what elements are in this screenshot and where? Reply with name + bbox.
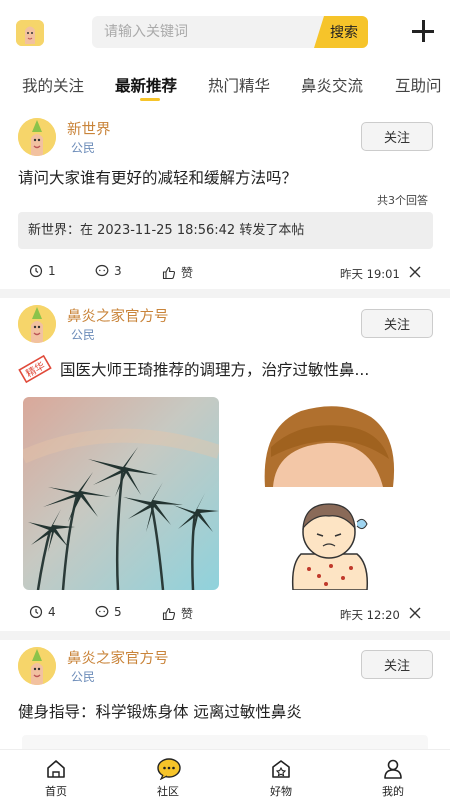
author-name[interactable]: 鼻炎之家官方号 — [67, 647, 169, 668]
tab-mutual-help[interactable]: 互助问 — [395, 74, 442, 96]
like-label: 赞 — [181, 607, 194, 621]
post-image-face[interactable] — [231, 397, 427, 487]
thumbs-up-icon — [162, 266, 176, 279]
post-title[interactable]: 健身指导：科学锻炼身体 远离过敏性鼻炎 — [18, 700, 302, 722]
post-time: 昨天 12:20 — [340, 608, 400, 622]
nav-goods[interactable]: 好物 — [251, 750, 311, 800]
author-name[interactable]: 新世界 — [67, 118, 111, 139]
history-icon — [29, 264, 43, 278]
like-button[interactable]: 赞 — [162, 605, 193, 622]
forward-info[interactable]: 新世界：在 2023-11-25 18:56:42 转发了本帖 — [18, 212, 433, 249]
post-actions: 4 5 赞 昨天 12:20 — [0, 605, 450, 625]
follow-button[interactable]: 关注 — [361, 122, 433, 151]
search-input[interactable] — [92, 16, 314, 48]
avatar[interactable] — [18, 305, 56, 343]
view-count-value: 4 — [48, 605, 56, 619]
section-divider — [0, 289, 450, 298]
like-label: 赞 — [181, 266, 194, 280]
tab-latest[interactable]: 最新推荐 — [115, 74, 177, 96]
tab-rhinitis[interactable]: 鼻炎交流 — [301, 74, 363, 96]
close-icon[interactable] — [408, 265, 422, 279]
comment-count: 5 — [114, 605, 122, 619]
profile-icon — [384, 759, 402, 779]
add-post-button[interactable] — [412, 20, 434, 42]
nav-home-label: 首页 — [45, 785, 67, 798]
search-button[interactable]: 搜索 — [314, 16, 368, 48]
follow-button[interactable]: 关注 — [361, 309, 433, 338]
follow-button[interactable]: 关注 — [361, 650, 433, 679]
section-divider — [0, 631, 450, 640]
like-button[interactable]: 赞 — [162, 264, 193, 281]
featured-badge-icon: 精华 — [18, 354, 52, 384]
view-count: 1 — [29, 264, 56, 278]
home-icon — [47, 760, 65, 778]
post-image-preview[interactable] — [22, 735, 428, 749]
view-count-value: 1 — [48, 264, 56, 278]
featured-badge-label: 精华 — [23, 359, 47, 380]
app-root: 搜索 我的关注 最新推荐 热门精华 鼻炎交流 互助问 新世界 公民 关注 请问大… — [0, 0, 450, 800]
tab-indicator — [140, 98, 160, 101]
app-logo[interactable] — [16, 20, 44, 46]
community-icon — [157, 758, 181, 780]
nav-profile[interactable]: 我的 — [363, 750, 423, 800]
nav-community-label: 社区 — [157, 785, 179, 798]
nav-profile-label: 我的 — [382, 785, 404, 798]
author-role: 公民 — [71, 328, 96, 342]
top-bar: 搜索 — [0, 0, 450, 64]
search-bar: 搜索 — [92, 16, 368, 48]
post-image-cartoon[interactable] — [231, 494, 427, 590]
avatar[interactable] — [18, 647, 56, 685]
comment-icon — [95, 264, 109, 277]
post-image-palms[interactable] — [23, 397, 219, 590]
view-count: 4 — [29, 605, 56, 619]
post-title[interactable]: 国医大师王琦推荐的调理方，治疗过敏性鼻... — [60, 358, 369, 380]
category-tabs: 我的关注 最新推荐 热门精华 鼻炎交流 互助问 — [0, 66, 450, 106]
nav-community[interactable]: 社区 — [138, 750, 198, 800]
reply-count: 共3个回答 — [377, 194, 428, 207]
history-icon — [29, 605, 43, 619]
post-time: 昨天 19:01 — [340, 267, 400, 281]
comment-icon — [95, 605, 109, 618]
author-role: 公民 — [71, 670, 96, 684]
thumbs-up-icon — [162, 607, 176, 620]
comment-count: 3 — [114, 264, 122, 278]
post-title[interactable]: 请问大家谁有更好的减轻和缓解方法吗？ — [18, 166, 297, 188]
avatar[interactable] — [18, 118, 56, 156]
post-actions: 1 3 赞 昨天 19:01 — [0, 264, 450, 284]
comment-button[interactable]: 3 — [95, 264, 122, 278]
tab-hot[interactable]: 热门精华 — [208, 74, 270, 96]
author-name[interactable]: 鼻炎之家官方号 — [67, 305, 169, 326]
author-role: 公民 — [71, 141, 96, 155]
nav-goods-label: 好物 — [270, 785, 292, 798]
comment-button[interactable]: 5 — [95, 605, 122, 619]
tab-my-follow[interactable]: 我的关注 — [22, 74, 84, 96]
bottom-nav: 首页 社区 好物 我的 — [0, 749, 450, 800]
goods-icon — [272, 760, 290, 778]
nav-home[interactable]: 首页 — [26, 750, 86, 800]
close-icon[interactable] — [408, 606, 422, 620]
